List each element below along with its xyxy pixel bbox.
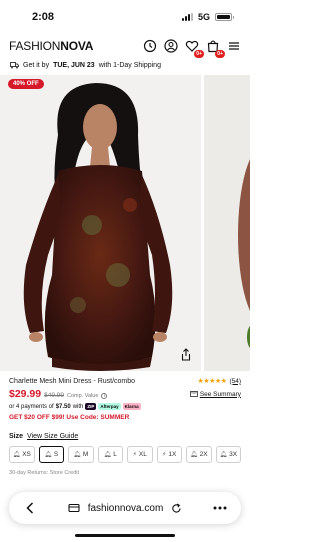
compare-label: Comp. Value [67,393,99,399]
tabs-icon[interactable] [68,502,80,514]
shipping-banner: Get it by TUE, JUN 23 with 1-Day Shippin… [0,58,250,72]
recent-icon[interactable] [142,39,157,54]
installment-amount: $7.50 [55,403,71,410]
size-label: Size [9,432,24,440]
product-photo-next[interactable] [204,75,250,371]
size-summary-link[interactable]: See Summary [189,390,241,398]
bell-icon: 🔔︎ [73,452,81,458]
bell-icon: 🔔︎ [103,452,112,458]
size-option-2x[interactable]: 🔔︎ 2X [186,446,212,463]
afterpay-logo[interactable]: Afterpay [98,403,121,410]
installments-row: or 4 payments of $7.50 with ZIP Afterpay… [9,401,241,412]
size-option-label: S [53,451,59,458]
size-header: Size View Size Guide [9,431,241,441]
account-icon[interactable] [163,39,178,54]
reload-icon[interactable] [171,503,182,514]
size-option-label: XS [22,451,31,458]
product-photo[interactable]: 40% OFF [0,75,201,371]
size-option-3x[interactable]: 🔔︎ 3X [215,446,241,463]
size-options: 🔔︎ XS 🔔︎ S 🔔︎ M 🔔︎ L ⚡︎ XL ⚡︎ 1X 🔔︎ 2X 🔔︎ 3X [0,446,250,463]
bell-icon: 🔔︎ [12,452,21,458]
installments-with: with [72,403,84,410]
returns-text: 30-day Returns: Store Credit [9,470,80,476]
share-icon[interactable] [179,347,193,361]
shipping-date: TUE, JUN 23 [53,61,95,69]
rating[interactable]: ★★★★★ (54) [197,377,241,386]
size-summary-label: See Summary [199,390,241,398]
size-option-label: 2X [199,451,208,458]
size-option-xl[interactable]: ⚡︎ XL [127,446,153,463]
cart-badge: 0+ [215,49,225,58]
installments-prefix: or 4 payments of [9,403,54,410]
size-option-1x[interactable]: ⚡︎ 1X [156,446,182,463]
site-header: FASHIONNOVA 0+ 0+ [0,34,250,58]
size-option-label: XL [138,451,147,458]
product-name: Charlette Mesh Mini Dress - Rust/combo [9,377,136,385]
compare-price: $49.99 [44,392,65,399]
bolt-icon: ⚡︎ [162,452,167,458]
signal-icon [181,13,193,21]
status-time: 2:08 [32,11,55,23]
info-icon[interactable]: i [101,393,108,399]
product-gallery[interactable]: 40% OFF [0,75,250,371]
url-text[interactable]: fashionnova.com [88,503,164,514]
size-guide-link[interactable]: View Size Guide [27,433,78,440]
sale-price: $29.99 [9,388,42,400]
ruler-icon [189,391,198,397]
size-option-xs[interactable]: 🔔︎ XS [9,446,35,463]
size-option-label: L [113,451,117,458]
size-option-label: M [82,451,89,458]
rating-stars: ★★★★★ [197,378,227,385]
status-bar: 2:08 5G [0,0,250,34]
browser-url-bar: fashionnova.com [9,492,241,524]
size-option-s[interactable]: 🔔︎ S [38,446,64,463]
more-button[interactable] [209,497,231,519]
wishlist-icon[interactable]: 0+ [184,39,204,58]
back-button[interactable] [19,497,41,519]
size-option-l[interactable]: 🔔︎ L [97,446,123,463]
more-dots-icon [213,506,227,510]
shipping-prefix: Get it by [23,61,50,69]
size-option-label: 3X [229,451,238,458]
truck-icon [10,61,19,68]
wishlist-badge: 0+ [194,49,204,58]
shipping-suffix: with 1-Day Shipping [98,61,161,69]
discount-badge: 40% OFF [8,79,44,89]
size-option-m[interactable]: 🔔︎ M [68,446,94,463]
review-count[interactable]: (54) [229,378,241,385]
cart-icon[interactable]: 0+ [205,39,225,58]
bell-icon: 🔔︎ [189,452,198,458]
zip-logo[interactable]: ZIP [85,403,97,410]
bell-icon: 🔔︎ [44,452,52,458]
logo-text-1: FASHION [9,39,61,53]
battery-icon [215,13,234,21]
logo-text-2: NOVA [60,39,94,53]
chevron-left-icon [26,502,34,514]
home-indicator [75,534,175,537]
bolt-icon: ⚡︎ [132,452,137,458]
status-icons: 5G [181,12,234,22]
bell-icon: 🔔︎ [219,452,228,458]
klarna-logo[interactable]: Klarna [122,403,141,410]
network-label: 5G [197,12,210,22]
promo-text: GET $20 OFF $99! Use Code: SUMMER [9,413,130,421]
site-logo[interactable]: FASHIONNOVA [9,39,93,53]
size-option-label: 1X [168,451,177,458]
menu-icon[interactable] [226,39,241,54]
